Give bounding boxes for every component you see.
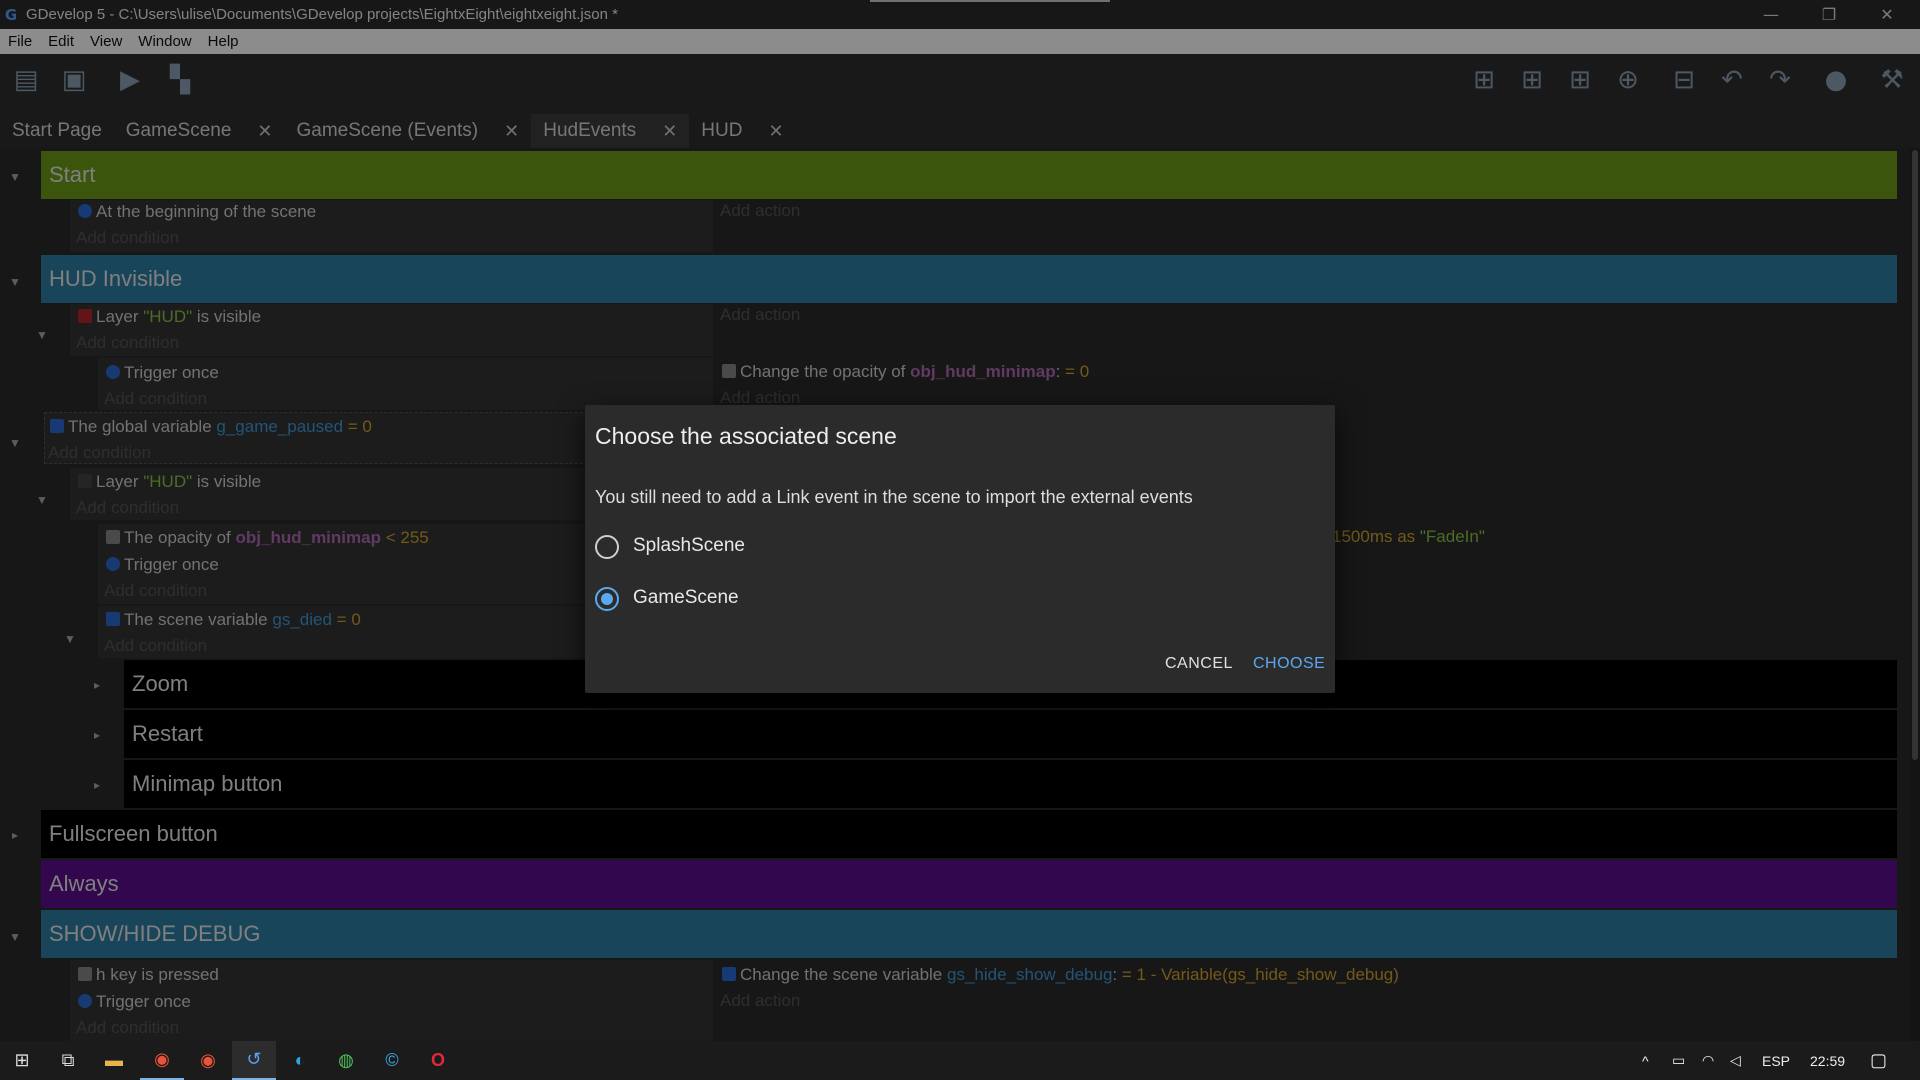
radio-gamescene[interactable] (595, 587, 619, 611)
spotify-icon[interactable]: ◍ (324, 1041, 368, 1080)
choose-scene-dialog: Choose the associated scene You still ne… (585, 405, 1335, 693)
file-explorer-icon[interactable]: ▬ (92, 1041, 136, 1080)
choose-button[interactable]: CHOOSE (1253, 655, 1325, 673)
opera-icon[interactable]: O (416, 1041, 460, 1080)
battery-icon[interactable]: ▭ (1672, 1041, 1685, 1080)
windows-start-icon[interactable]: ⊞ (0, 1041, 44, 1080)
notifications-icon[interactable]: ▢ (1870, 1041, 1887, 1080)
task-view-icon[interactable]: ⧉ (46, 1041, 90, 1080)
cancel-button[interactable]: CANCEL (1165, 655, 1233, 673)
radio-splashscene[interactable] (595, 535, 619, 559)
dialog-message: You still need to add a Link event in th… (595, 487, 1193, 507)
language-indicator[interactable]: ESP (1762, 1041, 1790, 1080)
edge-icon[interactable]: ◐ (278, 1041, 322, 1080)
radio-label-splashscene[interactable]: SplashScene (633, 535, 745, 557)
clock[interactable]: 22:59 (1810, 1041, 1845, 1080)
gdevelop-taskbar-icon[interactable]: ↺ (232, 1041, 276, 1080)
tray-chevron-icon[interactable]: ^ (1642, 1041, 1649, 1080)
volume-icon[interactable]: ◁ (1730, 1041, 1741, 1080)
chrome-profile-icon[interactable]: ◉ (186, 1041, 230, 1080)
taskbar: ⊞ ⧉ ▬ ◉ ◉ ↺ ◐ ◍ © O ^ ▭ ◠ ◁ ESP 22:59 ▢ (0, 1041, 1920, 1080)
chrome-icon[interactable]: ◉ (140, 1041, 184, 1080)
dialog-title: Choose the associated scene (595, 423, 897, 449)
wifi-icon[interactable]: ◠ (1702, 1041, 1714, 1080)
radio-label-gamescene[interactable]: GameScene (633, 587, 739, 609)
cortana-icon[interactable]: © (370, 1041, 414, 1080)
